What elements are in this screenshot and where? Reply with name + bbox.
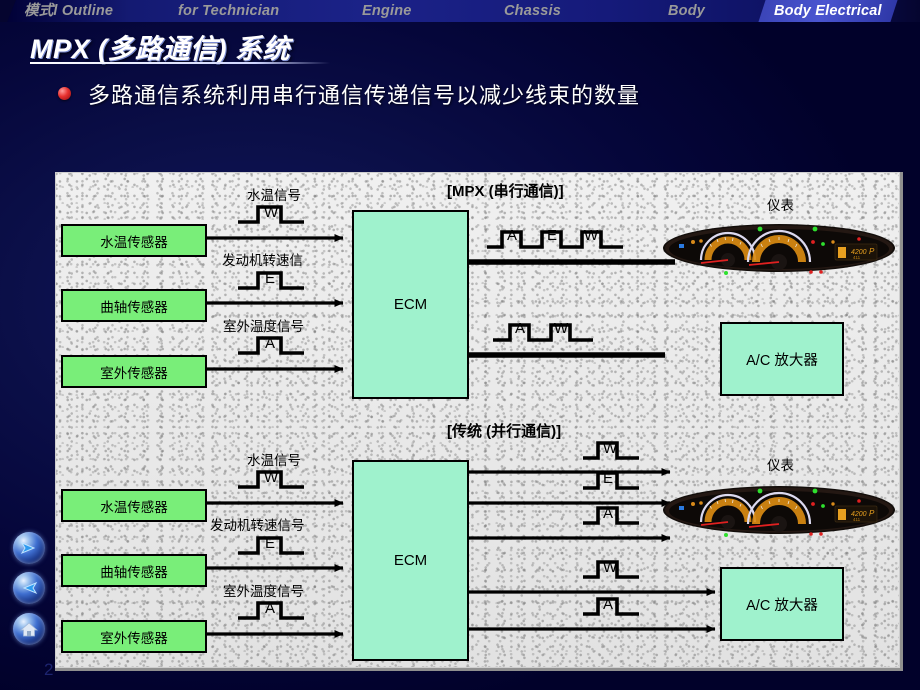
next-slide-button[interactable]	[13, 532, 45, 564]
line-pulse-label-a-ac: A	[603, 596, 614, 613]
ecm-box-mpx: ECM	[352, 210, 469, 399]
ecm-label: ECM	[393, 296, 428, 313]
ac-amplifier-box-conventional: A/C 放大器	[720, 567, 844, 641]
sensor-box-water-temp: 水温传感器	[61, 224, 207, 257]
bus-pulse-label-a: A	[507, 227, 518, 244]
back-arrow-icon	[22, 581, 38, 595]
ac-amplifier-box-mpx: A/C 放大器	[720, 322, 844, 396]
ac-bus-pulse-label-a: A	[515, 320, 526, 337]
line-pulse-label-e-cluster: E	[603, 470, 614, 487]
signal-label-water-temp-conv: 水温信号	[247, 453, 301, 468]
sensor-label: 水温传感器	[100, 499, 168, 515]
bullet-dot-icon	[58, 87, 71, 100]
signal-label-water-temp: 水温信号	[247, 188, 301, 203]
sensor-box-water-temp-conv: 水温传感器	[61, 489, 207, 522]
page-title: MPX (多路通信) 系统	[30, 34, 290, 64]
ac-amplifier-label: A/C 放大器	[746, 352, 818, 369]
line-pulse-label-w-cluster: W	[603, 440, 618, 457]
svg-text:P: P	[869, 509, 875, 518]
home-button[interactable]	[13, 613, 45, 645]
ecm-label: ECM	[393, 552, 428, 569]
diagram-panel: [MPX (串行通信)] 水温信号 发动机转速信 室外温度信号 W E A 水温…	[55, 172, 903, 671]
nav-item-body[interactable]: Body	[668, 0, 705, 22]
svg-text:411: 411	[853, 517, 861, 522]
nav-item-label: Body Electrical	[774, 3, 882, 19]
pulse-label-e: E	[265, 270, 276, 287]
instrument-cluster-mpx: 4200 P 411	[663, 220, 895, 281]
sensor-label: 水温传感器	[100, 234, 168, 250]
sensor-label: 曲轴传感器	[100, 564, 168, 580]
nav-item-label: for Technician	[178, 3, 280, 19]
bus-pulse-label-e: E	[547, 227, 558, 244]
cluster-label-mpx: 仪表	[767, 198, 794, 213]
title-underline	[30, 62, 330, 64]
signal-label-engine-speed-conv: 发动机转速信号	[210, 518, 305, 533]
cluster-label-conventional: 仪表	[767, 458, 794, 473]
nav-item-label: 模式l Outline	[24, 3, 114, 19]
section-title-mpx: [MPX (串行通信)]	[447, 183, 564, 200]
signal-label-ambient-temp: 室外温度信号	[223, 319, 304, 334]
nav-item-body-electrical[interactable]: Body Electrical	[758, 0, 898, 22]
nav-item-chassis[interactable]: Chassis	[504, 0, 561, 22]
top-navigation-bar: 模式l Outline for Technician Engine Chassi…	[0, 0, 920, 22]
slide-stage: 模式l Outline for Technician Engine Chassi…	[0, 0, 920, 690]
bullet-text: 多路通信系统利用串行通信传递信号以减少线束的数量	[88, 83, 641, 108]
section-title-conventional: [传统 (并行通信)]	[447, 423, 562, 440]
sensor-label: 室外传感器	[100, 630, 168, 646]
sensor-label: 曲轴传感器	[100, 299, 168, 315]
instrument-cluster-conventional: 4200 P 411	[663, 482, 895, 543]
home-icon	[20, 622, 38, 637]
pulse-label-a: A	[265, 335, 276, 352]
page-number: 2	[44, 660, 54, 679]
nav-item-for-technician[interactable]: for Technician	[178, 0, 279, 22]
signal-label-engine-speed: 发动机转速信	[222, 253, 303, 268]
forward-arrow-icon	[20, 541, 36, 555]
nav-item-label: Body	[668, 3, 706, 19]
svg-text:P: P	[869, 247, 875, 256]
line-pulse-label-w-ac: W	[603, 559, 618, 576]
bullet-row: 多路通信系统利用串行通信传递信号以减少线束的数量	[58, 78, 858, 110]
sensor-label: 室外传感器	[100, 365, 168, 381]
nav-item-label: Chassis	[504, 3, 562, 19]
pulse-label-a-conv: A	[265, 600, 276, 617]
sensor-box-ambient-conv: 室外传感器	[61, 620, 207, 653]
line-pulse-label-a-cluster: A	[603, 505, 614, 522]
ac-amplifier-label: A/C 放大器	[746, 597, 818, 614]
sensor-box-ambient: 室外传感器	[61, 355, 207, 388]
nav-item-engine[interactable]: Engine	[362, 0, 412, 22]
ac-bus-pulse-label-w: W	[554, 320, 569, 337]
sensor-box-crankshaft-conv: 曲轴传感器	[61, 554, 207, 587]
svg-text:411: 411	[853, 255, 861, 260]
pulse-label-e-conv: E	[265, 535, 276, 552]
bus-pulse-label-w: W	[584, 227, 599, 244]
ecm-box-conventional: ECM	[352, 460, 469, 661]
nav-item-label: Engine	[362, 3, 412, 19]
pulse-label-w: W	[264, 204, 279, 221]
nav-item-outline[interactable]: 模式l Outline	[24, 0, 113, 22]
previous-slide-button[interactable]	[13, 572, 45, 604]
sensor-box-crankshaft: 曲轴传感器	[61, 289, 207, 322]
pulse-label-w-conv: W	[264, 469, 279, 486]
signal-label-ambient-temp-conv: 室外温度信号	[223, 584, 304, 599]
